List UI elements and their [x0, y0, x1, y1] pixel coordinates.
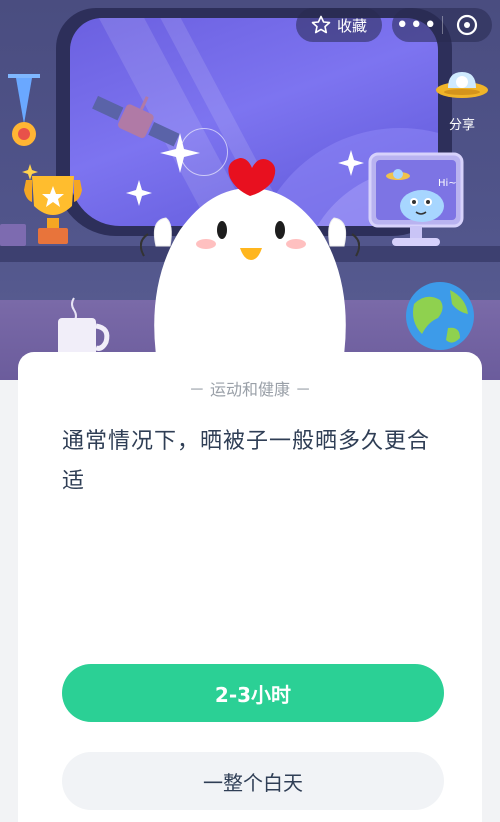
close-target-icon [457, 14, 478, 36]
trophy-icon [22, 164, 82, 244]
monitor-greeting: Hi~ [438, 178, 457, 189]
more-icon: ••• [395, 12, 438, 38]
monitor: Hi~ [368, 152, 464, 250]
favorite-button[interactable]: 收藏 [296, 8, 382, 42]
question-card: － 运动和健康 － 通常情况下，晒被子一般晒多久更合适 2-3小时 一整个白天 [18, 352, 482, 822]
chicken-mascot [140, 158, 360, 380]
answer-option-1[interactable]: 2-3小时 [62, 664, 444, 722]
answer-option-2[interactable]: 一整个白天 [62, 752, 444, 810]
medal-icon [8, 74, 40, 146]
favorite-label: 收藏 [336, 16, 367, 35]
category-label: － 运动和健康 － [188, 380, 312, 399]
illustration-background: Hi~ [0, 0, 500, 380]
answer-option-1-label: 2-3小时 [214, 682, 292, 707]
question-text: 通常情况下，晒被子一般晒多久更合适 [62, 429, 431, 494]
share-button[interactable]: 分享 [432, 64, 492, 133]
answer-option-2-label: 一整个白天 [203, 770, 303, 795]
globe-icon [406, 282, 474, 350]
books [0, 224, 26, 246]
more-button[interactable]: ••• [392, 8, 442, 42]
star-icon [311, 15, 331, 34]
miniprogram-capsule: ••• [392, 8, 492, 42]
ufo-share-icon [436, 72, 488, 98]
share-label: 分享 [448, 118, 475, 133]
mug-icon [58, 297, 110, 360]
close-button[interactable] [442, 8, 492, 42]
